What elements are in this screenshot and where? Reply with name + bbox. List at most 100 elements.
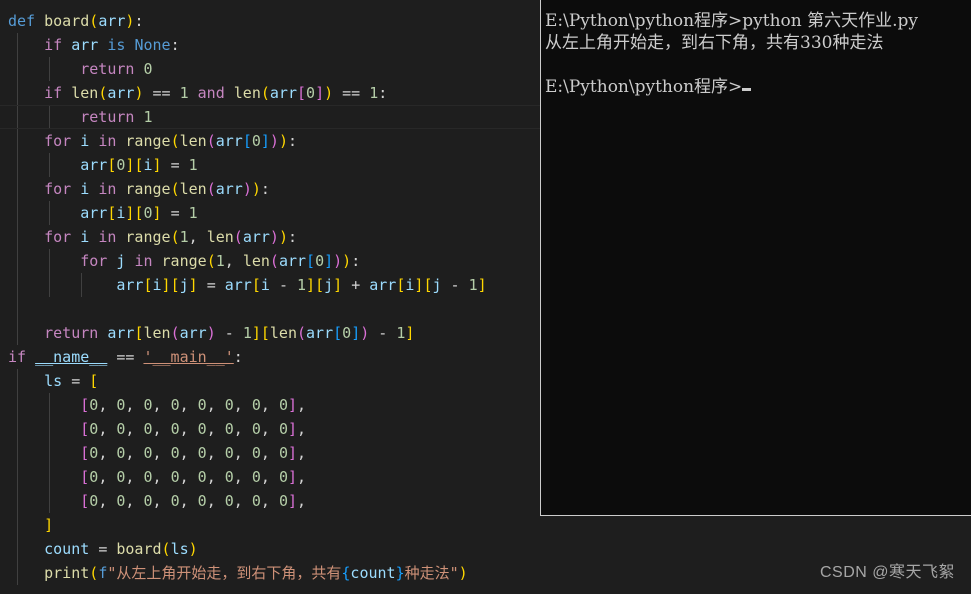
indent-guide xyxy=(49,417,50,441)
indent-guide xyxy=(17,321,18,345)
token-comma: , xyxy=(233,420,243,438)
token-variable: i xyxy=(80,132,90,150)
token-number: 0 xyxy=(89,420,99,438)
token-bracket: ( xyxy=(170,228,180,246)
token-variable: arr xyxy=(278,252,307,270)
token-number: 0 xyxy=(278,492,288,510)
token-comma: , xyxy=(179,492,189,510)
token-bracket: ] xyxy=(333,276,343,294)
token-keyword: in xyxy=(98,180,117,198)
indent-guide xyxy=(49,153,50,177)
indent-guide xyxy=(17,273,18,297)
csdn-watermark: CSDN @寒天飞絮 xyxy=(819,564,955,581)
token-operator: = xyxy=(170,204,180,222)
token-bracket: ) xyxy=(206,324,216,342)
token-bracket: ( xyxy=(233,228,243,246)
token-colon: : xyxy=(378,84,388,102)
token-variable: arr xyxy=(179,324,207,342)
token-bracket: ( xyxy=(260,84,270,102)
token-keyword: for xyxy=(44,180,72,198)
token-variable: i xyxy=(80,228,90,246)
token-comma: , xyxy=(206,420,216,438)
terminal-prompt-text: E:\Python\python程序> xyxy=(545,77,743,97)
indent-guide xyxy=(49,106,50,128)
token-bracket: ] xyxy=(251,324,261,342)
token-comma: , xyxy=(179,420,189,438)
indent-guide xyxy=(49,465,50,489)
token-comma: , xyxy=(206,468,216,486)
token-variable: ls xyxy=(170,540,189,558)
token-keyword: is xyxy=(107,36,126,54)
token-operator: = xyxy=(98,540,108,558)
token-number: 0 xyxy=(197,492,207,510)
token-bracket: ) xyxy=(278,228,288,246)
token-variable: arr xyxy=(215,132,243,150)
indent-guide xyxy=(17,369,18,393)
token-number: 0 xyxy=(143,396,153,414)
token-number: 0 xyxy=(143,60,153,78)
token-comma: , xyxy=(98,396,108,414)
token-function: board xyxy=(116,540,162,558)
token-variable: j xyxy=(116,252,126,270)
token-number: 0 xyxy=(197,420,207,438)
token-comma: , xyxy=(188,228,198,246)
token-number: 0 xyxy=(89,492,99,510)
token-comma: , xyxy=(125,396,135,414)
token-comma: , xyxy=(98,492,108,510)
token-number: 0 xyxy=(315,252,325,270)
token-comma: , xyxy=(206,444,216,462)
token-string: "从左上角开始走，到右下角，共有 xyxy=(107,564,342,582)
token-operator: == xyxy=(152,84,171,102)
token-fstring-prefix: f xyxy=(98,564,108,582)
token-comma: , xyxy=(233,396,243,414)
token-number: 0 xyxy=(170,492,180,510)
token-comma: , xyxy=(206,492,216,510)
token-bracket: [ xyxy=(242,132,252,150)
indent-guide xyxy=(49,273,50,297)
token-number: 1 xyxy=(188,204,198,222)
token-bracket: [ xyxy=(251,276,261,294)
token-number: 0 xyxy=(89,468,99,486)
token-number: 1 xyxy=(242,324,252,342)
token-operator: == xyxy=(116,348,135,366)
token-bracket: ] xyxy=(161,276,171,294)
indent-guide xyxy=(49,57,50,81)
terminal-line-command: E:\Python\python程序>python 第六天作业.py xyxy=(545,11,919,31)
terminal-output[interactable]: E:\Python\python程序>python 第六天作业.py 从左上角开… xyxy=(541,0,971,98)
token-comma: , xyxy=(152,420,162,438)
token-number: 0 xyxy=(251,420,261,438)
token-operator: = xyxy=(170,156,180,174)
token-bracket: [ xyxy=(260,324,270,342)
token-bracket: ( xyxy=(170,180,180,198)
token-comma: , xyxy=(297,468,307,486)
token-bracket: [ xyxy=(80,396,90,414)
token-function: len xyxy=(143,324,171,342)
token-comma: , xyxy=(260,468,270,486)
token-operator: == xyxy=(342,84,361,102)
token-comma: , xyxy=(297,492,307,510)
token-bracket: } xyxy=(395,564,405,582)
token-function: range xyxy=(125,228,171,246)
token-number: 1 xyxy=(188,156,198,174)
token-number: 0 xyxy=(197,444,207,462)
token-bracket: [ xyxy=(297,84,307,102)
code-line[interactable]: ] xyxy=(0,513,971,537)
terminal-panel[interactable]: E:\Python\python程序>python 第六天作业.py 从左上角开… xyxy=(540,0,971,516)
indent-guide xyxy=(17,81,18,105)
token-variable: arr xyxy=(224,276,252,294)
token-number: 1 xyxy=(468,276,478,294)
terminal-line-prompt[interactable]: E:\Python\python程序> xyxy=(545,76,967,98)
token-bracket: ] xyxy=(44,516,54,534)
token-number: 0 xyxy=(170,444,180,462)
token-variable: arr xyxy=(98,12,126,30)
token-number: 0 xyxy=(342,324,352,342)
token-keyword: and xyxy=(197,84,225,102)
token-number: 0 xyxy=(251,444,261,462)
token-colon: : xyxy=(260,180,270,198)
token-operator: + xyxy=(351,276,361,294)
token-colon: : xyxy=(170,36,180,54)
token-bracket: ] xyxy=(324,252,334,270)
token-keyword: for xyxy=(80,252,108,270)
